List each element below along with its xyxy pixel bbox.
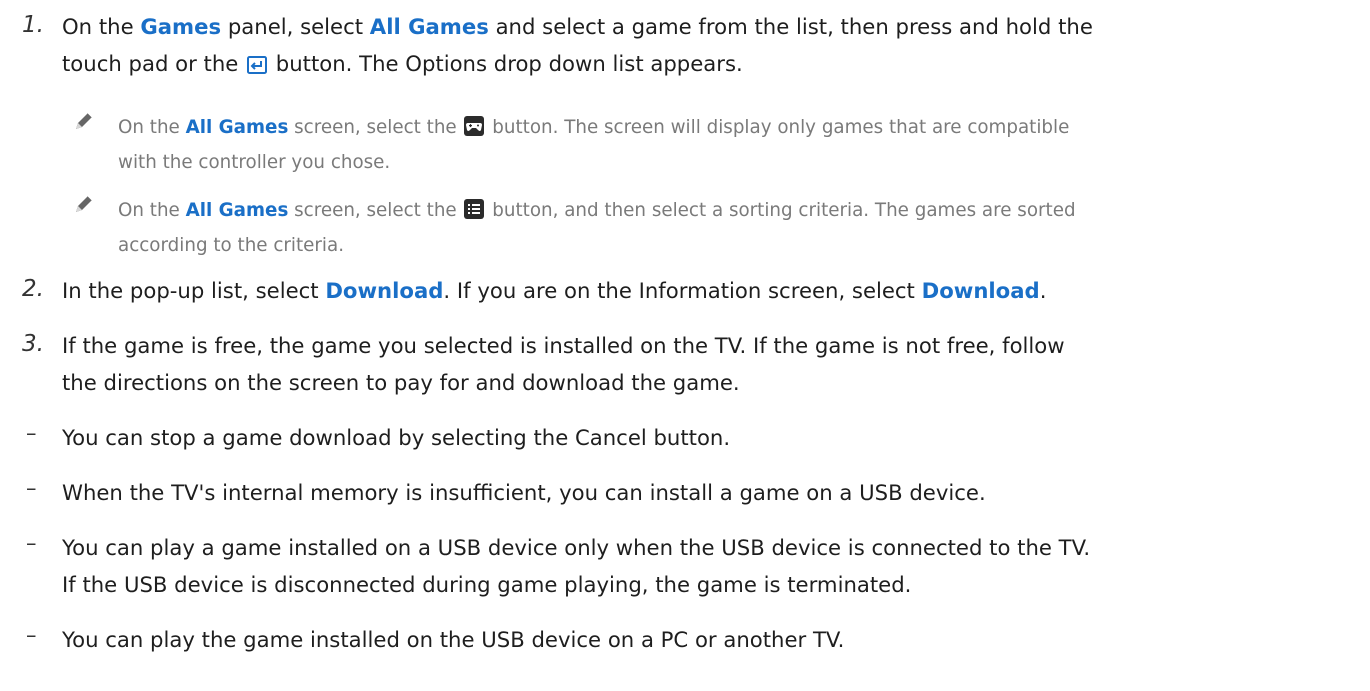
bullet-text: You can stop a game download by selectin… <box>62 425 731 450</box>
keyword-download: Download <box>325 278 444 303</box>
note-1-text: On the All Games screen, select the butt… <box>118 115 1070 173</box>
list-button-icon <box>464 198 485 230</box>
keyword-all-games: All Games <box>185 200 289 221</box>
document-page: 1. On the Games panel, select All Games … <box>0 0 1370 691</box>
pencil-note-icon <box>72 192 96 216</box>
step-3-text: If the game is free, the game you select… <box>62 333 1065 395</box>
step-number: 3. <box>22 331 44 357</box>
keyword-games: Games <box>140 14 222 39</box>
pencil-note-icon <box>72 109 96 133</box>
keyword-all-games: All Games <box>185 117 289 138</box>
bullet-dash: – <box>26 421 37 445</box>
bullet-dash: – <box>26 623 37 647</box>
enter-button-icon <box>247 48 268 85</box>
note-2-text: On the All Games screen, select the butt… <box>118 198 1076 256</box>
keyword-download: Download <box>921 278 1040 303</box>
step-2-text: In the pop-up list, select Download. If … <box>62 278 1047 303</box>
bullet-text: You can play the game installed on the U… <box>62 627 845 652</box>
step-1-text: On the Games panel, select All Games and… <box>62 8 1362 85</box>
bullet-dash: – <box>26 476 37 500</box>
bullet-text: You can play a game installed on a USB d… <box>62 535 1091 597</box>
bullet-text: When the TV's internal memory is insuffi… <box>62 480 986 505</box>
gamepad-button-icon <box>464 115 485 147</box>
step-number: 2. <box>22 276 44 302</box>
bullet-dash: – <box>26 531 37 555</box>
keyword-all-games: All Games <box>369 14 489 39</box>
step-number: 1. <box>22 12 44 38</box>
